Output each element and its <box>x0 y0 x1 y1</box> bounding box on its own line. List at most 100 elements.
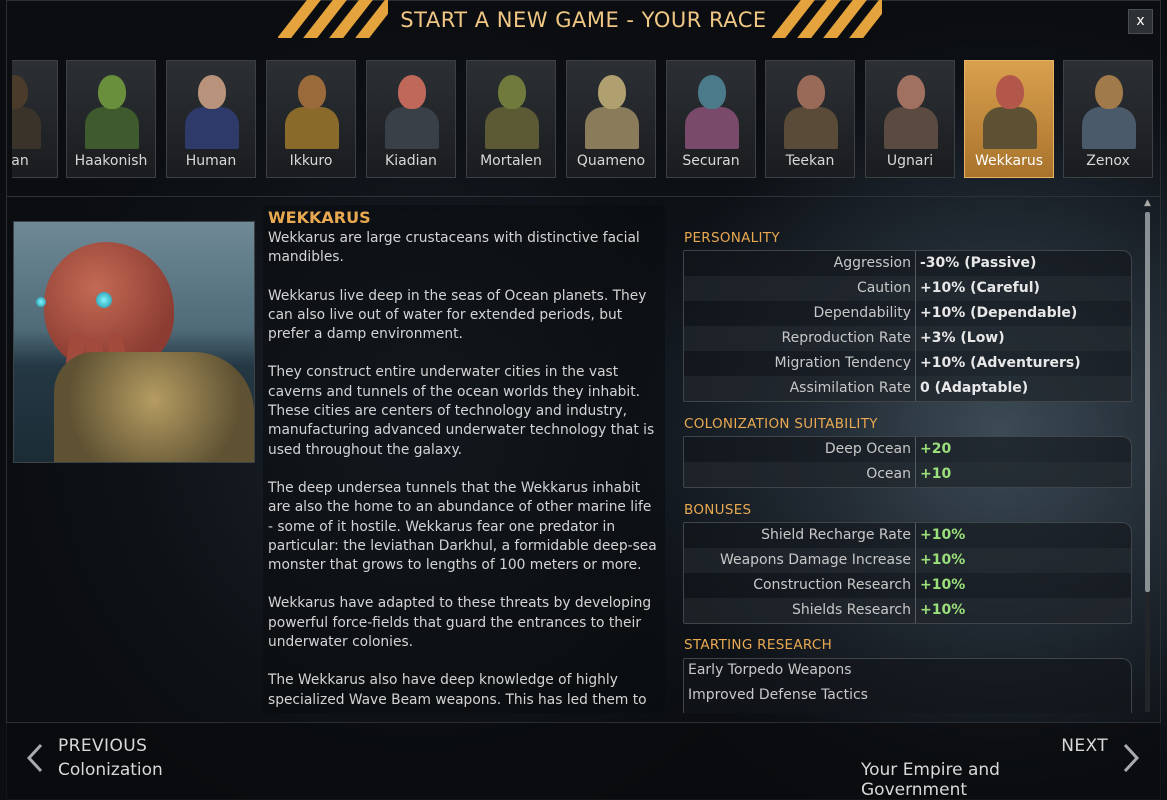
description-paragraph: Wekkarus are large crustaceans with dist… <box>268 230 640 266</box>
previous-label: PREVIOUS <box>58 736 148 756</box>
race-card-ugnari[interactable]: Ugnari <box>865 60 955 178</box>
stat-label: Caution <box>856 280 911 296</box>
race-portrait <box>1082 71 1136 149</box>
race-card-haakonish[interactable]: Haakonish <box>66 60 156 178</box>
race-name: Human <box>185 153 237 169</box>
race-card-zenox[interactable]: Zenox <box>1063 60 1153 178</box>
starting-research-list: Early Torpedo Weapons Improved Defense T… <box>683 658 1132 713</box>
stat-row: Ocean +10 <box>684 462 1131 487</box>
title-bar: START A NEW GAME - YOUR RACE x <box>0 0 1167 42</box>
stat-row: Assimilation Rate 0 (Adaptable) <box>684 376 1131 401</box>
race-portrait-large <box>13 221 255 463</box>
race-portrait <box>884 71 938 149</box>
race-name: rean <box>12 153 29 169</box>
divider <box>6 196 1161 197</box>
race-card-securan[interactable]: Securan <box>666 60 756 178</box>
close-icon: x <box>1136 13 1145 29</box>
stat-value: +3% (Low) <box>920 330 1005 346</box>
stat-value: +10% <box>920 527 966 543</box>
colonization-title: COLONIZATION SUITABILITY <box>684 416 878 432</box>
race-name: Ugnari <box>886 153 934 169</box>
race-portrait <box>585 71 639 149</box>
race-name: Haakonish <box>74 153 148 169</box>
next-label: NEXT <box>1061 736 1108 756</box>
race-card-teekan[interactable]: Teekan <box>765 60 855 178</box>
stat-label: Ocean <box>866 466 911 482</box>
bonuses-table: Shield Recharge Rate +10% Weapons Damage … <box>683 522 1132 624</box>
stat-row: Shield Recharge Rate +10% <box>684 523 1131 548</box>
stat-label: Migration Tendency <box>774 355 911 371</box>
stat-value: -30% (Passive) <box>920 255 1037 271</box>
stat-label: Reproduction Rate <box>781 330 911 346</box>
race-portrait <box>285 71 339 149</box>
stat-label: Shields Research <box>792 602 911 618</box>
race-portrait <box>485 71 539 149</box>
race-name: Teekan <box>785 153 835 169</box>
race-name: Mortalen <box>480 153 542 169</box>
race-portrait <box>12 71 41 149</box>
chevron-left-icon <box>26 743 43 773</box>
stat-row: Reproduction Rate +3% (Low) <box>684 326 1131 351</box>
footer-nav: PREVIOUS Colonization NEXT Your Empire a… <box>6 722 1161 800</box>
race-portrait <box>85 71 139 149</box>
description-text: Wekkarus are large crustaceans with dist… <box>268 229 660 713</box>
previous-button[interactable]: PREVIOUS Colonization <box>22 735 222 789</box>
stat-value: +10 <box>920 466 952 482</box>
stat-label: Assimilation Rate <box>789 380 911 396</box>
race-card-human[interactable]: Human <box>166 60 256 178</box>
stat-row: Dependability +10% (Dependable) <box>684 301 1131 326</box>
stat-label: Aggression <box>833 255 911 271</box>
scroll-up-icon[interactable]: ▲ <box>1142 198 1153 210</box>
chevron-right-icon <box>1123 743 1140 773</box>
stat-row: Deep Ocean +20 <box>684 437 1131 462</box>
bonuses-title: BONUSES <box>684 502 752 518</box>
stat-row: Migration Tendency +10% (Adventurers) <box>684 351 1131 376</box>
stat-row: Aggression -30% (Passive) <box>684 251 1131 276</box>
stat-value: +10% (Adventurers) <box>920 355 1081 371</box>
stat-row: Caution +10% (Careful) <box>684 276 1131 301</box>
race-card-kiadian[interactable]: Kiadian <box>366 60 456 178</box>
previous-step: Colonization <box>58 760 163 780</box>
stat-value: +10% (Careful) <box>920 280 1040 296</box>
race-description: WEKKARUS Wekkarus are large crustaceans … <box>263 205 665 713</box>
scroll-thumb[interactable] <box>1145 212 1150 592</box>
stat-value: +10% <box>920 602 966 618</box>
stat-label: Construction Research <box>753 577 911 593</box>
stat-value: +20 <box>920 441 952 457</box>
personality-table: Aggression -30% (Passive) Caution +10% (Ca… <box>683 250 1132 402</box>
colonization-table: Deep Ocean +20 Ocean +10 <box>683 436 1132 488</box>
race-card-ikkuro[interactable]: Ikkuro <box>266 60 356 178</box>
window-title: START A NEW GAME - YOUR RACE <box>400 8 767 32</box>
race-name: Kiadian <box>385 153 437 169</box>
race-card-rean[interactable]: rean <box>12 60 58 178</box>
description-paragraph: Wekkarus have adapted to these threats b… <box>268 595 652 651</box>
personality-title: PERSONALITY <box>684 230 780 246</box>
stat-value: 0 (Adaptable) <box>920 380 1029 396</box>
race-name: Quameno <box>576 153 646 169</box>
next-step: Your Empire and Government <box>861 760 1000 800</box>
race-card-mortalen[interactable]: Mortalen <box>466 60 556 178</box>
race-name: Wekkarus <box>974 153 1044 169</box>
race-card-wekkarus[interactable]: Wekkarus <box>964 60 1054 178</box>
race-card-quameno[interactable]: Quameno <box>566 60 656 178</box>
race-name: Securan <box>682 153 740 169</box>
research-item: Improved Defense Tactics <box>688 687 868 703</box>
description-paragraph: They construct entire underwater cities … <box>268 364 655 458</box>
details-scrollbar[interactable]: ▲ <box>1142 198 1153 714</box>
stat-label: Shield Recharge Rate <box>761 527 911 543</box>
race-name: Ikkuro <box>289 153 333 169</box>
race-selector[interactable]: rean Haakonish Human Ikkuro Kiadian Mortalen Q… <box>12 58 1155 182</box>
description-paragraph: Wekkarus live deep in the seas of Ocean … <box>268 287 647 343</box>
race-portrait <box>784 71 838 149</box>
next-button[interactable]: NEXT Your Empire and Government <box>861 735 1146 800</box>
stat-value: +10% <box>920 552 966 568</box>
stat-row: Construction Research +10% <box>684 573 1131 598</box>
race-portrait <box>685 71 739 149</box>
stat-value: +10% (Dependable) <box>920 305 1078 321</box>
stat-row: Weapons Damage Increase +10% <box>684 548 1131 573</box>
starting-research-title: STARTING RESEARCH <box>684 637 833 653</box>
stat-row: Shields Research +10% <box>684 598 1131 623</box>
race-portrait <box>385 71 439 149</box>
description-paragraph: The Wekkarus also have deep knowledge of… <box>268 672 647 708</box>
close-button[interactable]: x <box>1128 9 1153 34</box>
